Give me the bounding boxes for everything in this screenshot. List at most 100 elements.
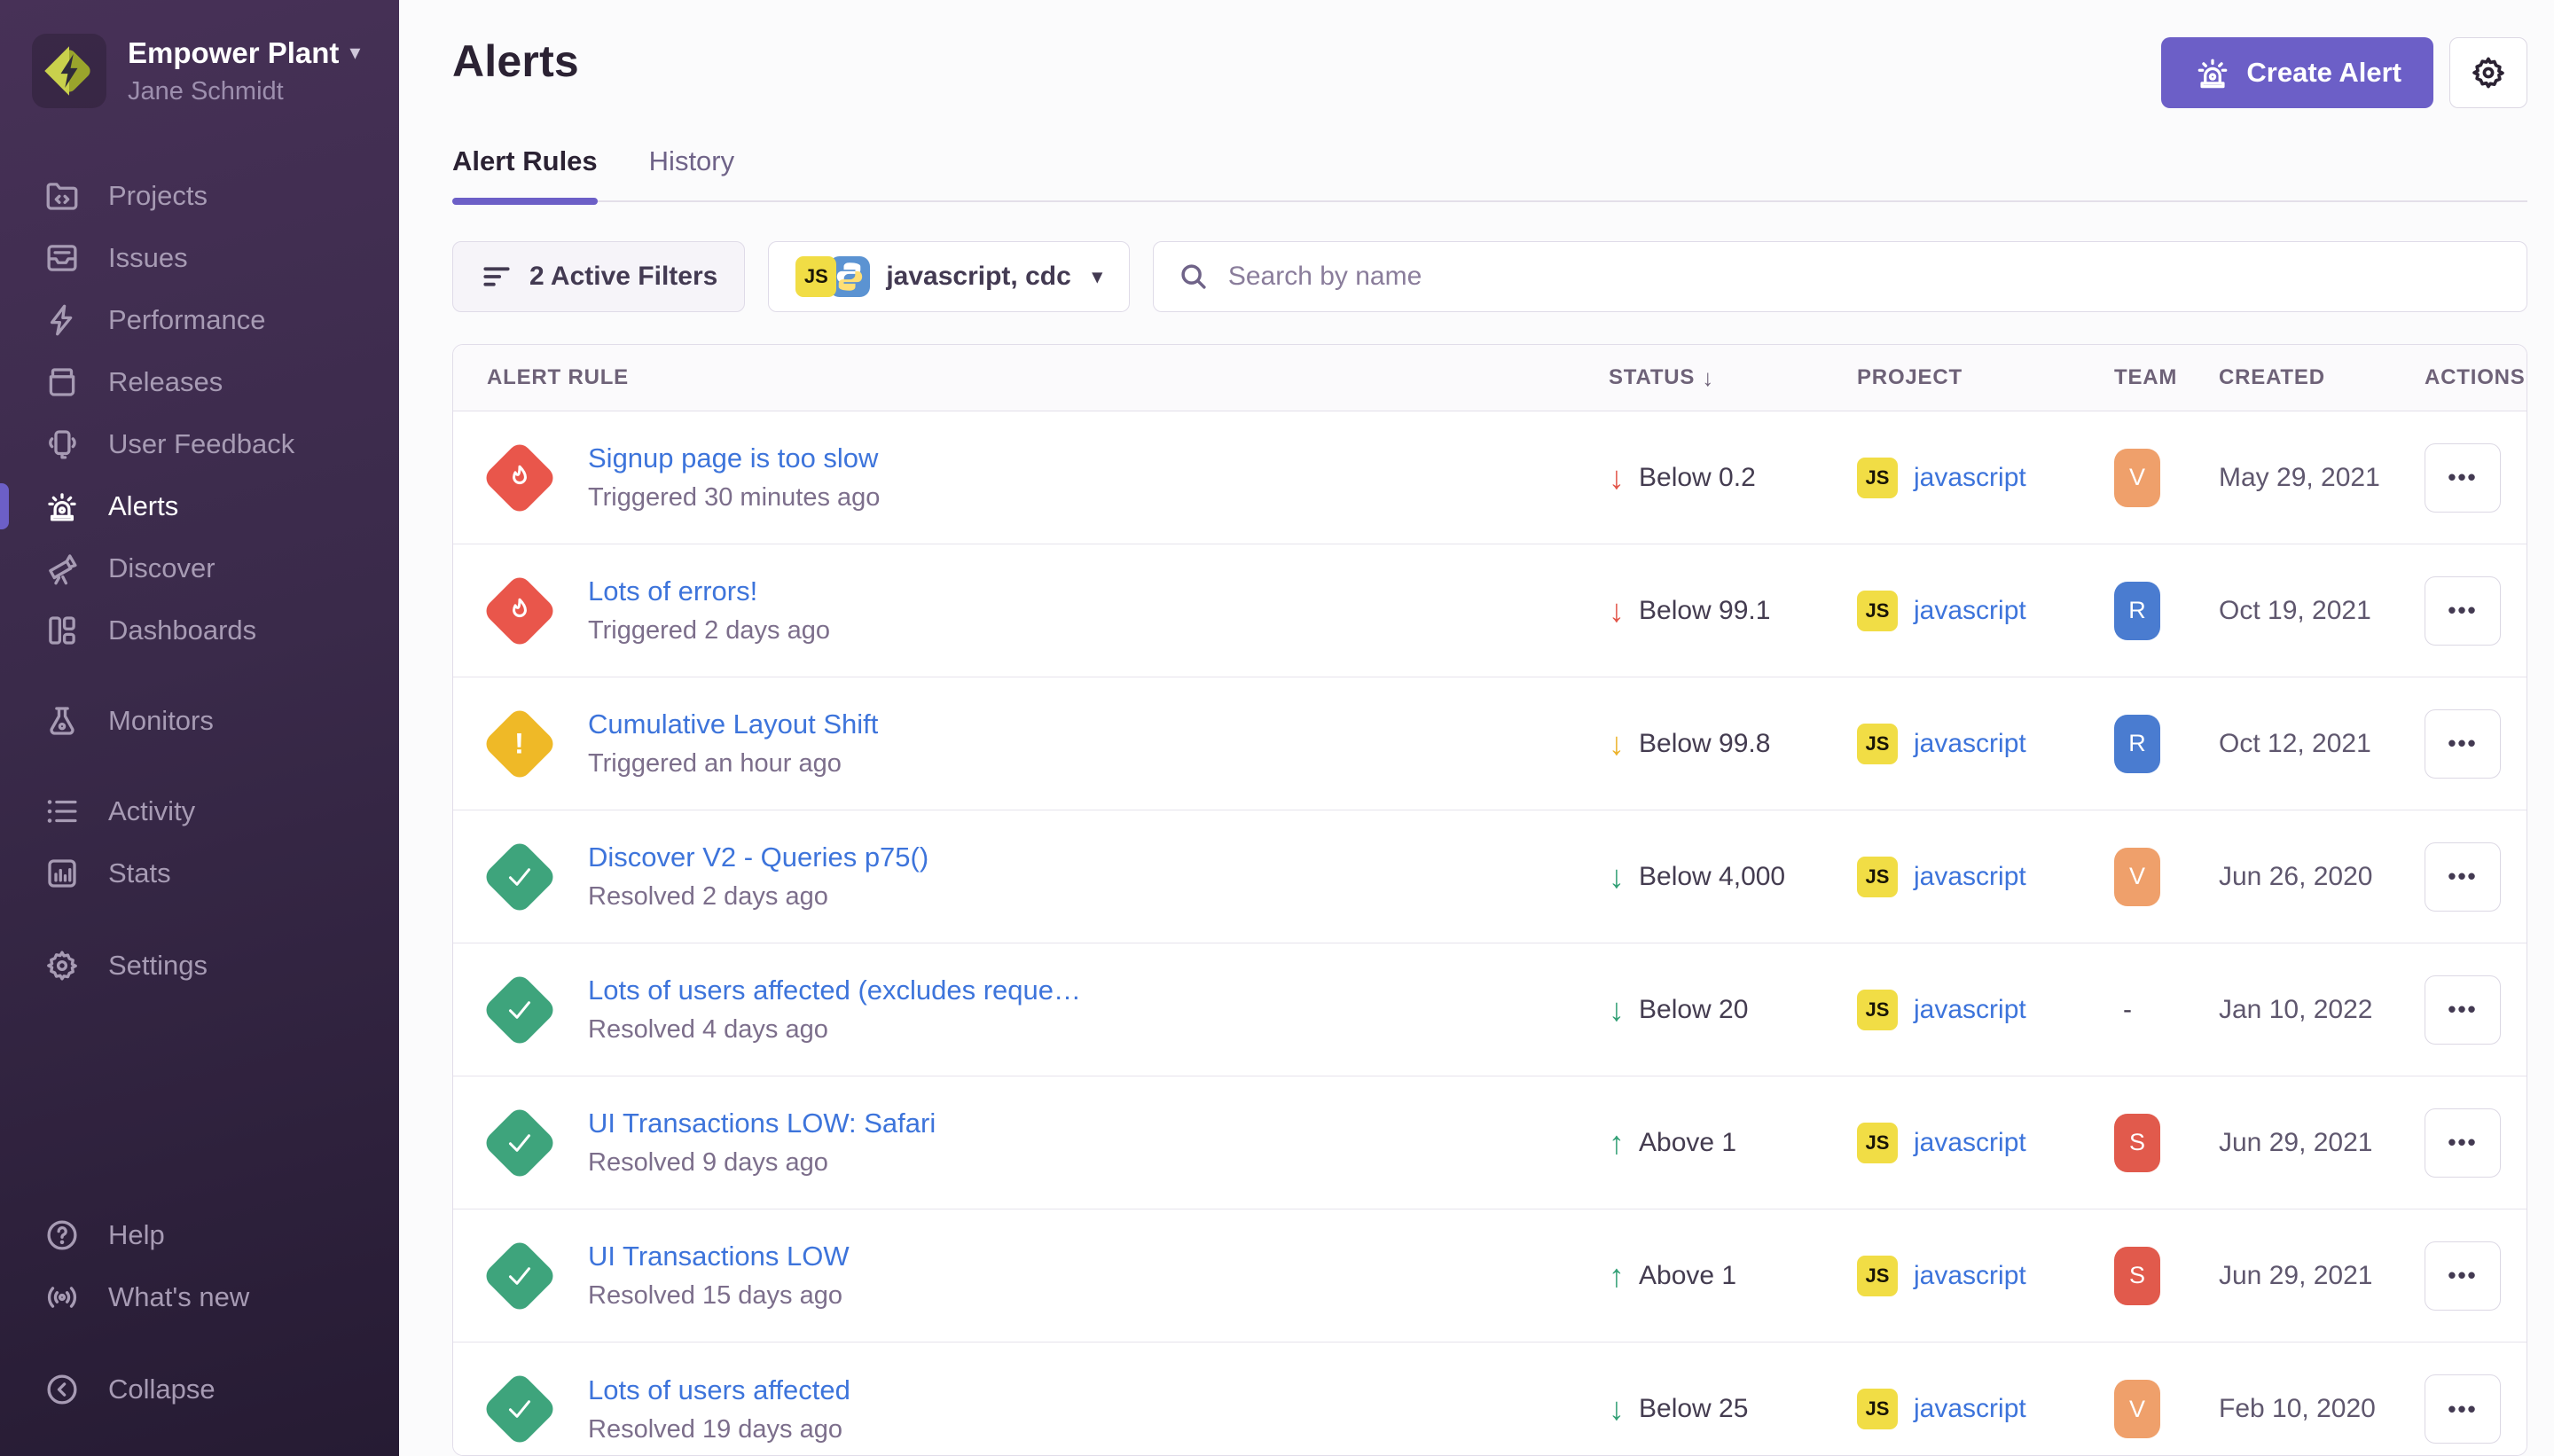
sidebar-item-label: Releases	[108, 366, 223, 398]
org-switcher[interactable]: Empower Plant ▾ Jane Schmidt	[0, 0, 399, 108]
created-date: Feb 10, 2020	[2219, 1394, 2425, 1424]
created-date: May 29, 2021	[2219, 463, 2425, 493]
siren-icon	[2193, 53, 2232, 92]
col-header-status[interactable]: Status ↓	[1609, 364, 1857, 392]
user-name: Jane Schmidt	[128, 75, 360, 107]
alert-rule-link[interactable]: Lots of errors!	[588, 575, 830, 607]
sidebar-item-discover[interactable]: Discover	[0, 537, 399, 599]
javascript-platform-icon: JS	[1857, 1256, 1898, 1296]
resolved-check-icon	[482, 972, 558, 1048]
created-date: Oct 12, 2021	[2219, 729, 2425, 759]
team-none: -	[2114, 995, 2132, 1024]
project-link[interactable]: javascript	[1914, 729, 2026, 759]
search-input[interactable]	[1228, 262, 2503, 292]
row-actions-button[interactable]: •••	[2425, 1241, 2501, 1311]
sidebar-item-activity[interactable]: Activity	[0, 780, 399, 842]
feedback-phone-icon	[43, 425, 82, 464]
create-alert-button[interactable]: Create Alert	[2161, 37, 2433, 108]
alert-rule-link[interactable]: Discover V2 - Queries p75()	[588, 842, 928, 873]
tab-bar: Alert Rules History	[452, 145, 2527, 202]
sidebar-item-label: Projects	[108, 180, 208, 212]
alert-rule-subtitle: Resolved 15 days ago	[588, 1281, 850, 1311]
team-badge: V	[2114, 848, 2160, 906]
search-icon	[1177, 260, 1210, 294]
team-badge: S	[2114, 1247, 2160, 1305]
javascript-platform-icon: JS	[1857, 591, 1898, 631]
table-row: UI Transactions LOW Resolved 15 days ago…	[453, 1209, 2527, 1342]
chevron-down-icon: ▾	[1093, 265, 1102, 288]
sidebar-item-dashboards[interactable]: Dashboards	[0, 599, 399, 661]
activity-list-icon	[43, 792, 82, 831]
empower-plant-logo-icon	[35, 37, 103, 105]
resolved-check-icon	[482, 1238, 558, 1314]
sidebar-item-stats[interactable]: Stats	[0, 842, 399, 904]
project-link[interactable]: javascript	[1914, 862, 2026, 892]
row-actions-button[interactable]: •••	[2425, 975, 2501, 1045]
sidebar-item-monitors[interactable]: Monitors	[0, 690, 399, 752]
alert-rule-link[interactable]: Lots of users affected (excludes reque…	[588, 975, 1081, 1006]
javascript-platform-icon: JS	[1857, 1123, 1898, 1163]
sidebar-item-label: Performance	[108, 304, 265, 336]
row-actions-button[interactable]: •••	[2425, 443, 2501, 513]
row-actions-button[interactable]: •••	[2425, 576, 2501, 646]
status-label: Below 0.2	[1639, 463, 1756, 493]
sidebar-item-projects[interactable]: Projects	[0, 165, 399, 227]
lightning-icon	[43, 301, 82, 340]
inbox-icon	[43, 239, 82, 278]
project-link[interactable]: javascript	[1914, 463, 2026, 493]
project-link[interactable]: javascript	[1914, 1261, 2026, 1291]
created-date: Jun 26, 2020	[2219, 862, 2425, 892]
search-field[interactable]	[1153, 241, 2527, 312]
table-header-row: Alert Rule Status ↓ Project Team Created…	[453, 345, 2527, 411]
arrow-down-icon: ↓	[1609, 994, 1625, 1026]
sidebar-item-alerts[interactable]: Alerts	[0, 475, 399, 537]
row-actions-button[interactable]: •••	[2425, 709, 2501, 779]
sidebar-item-settings[interactable]: Settings	[0, 935, 399, 997]
sidebar-item-releases[interactable]: Releases	[0, 351, 399, 413]
arrow-down-icon: ↓	[1609, 861, 1625, 893]
tab-alert-rules[interactable]: Alert Rules	[452, 145, 598, 200]
row-actions-button[interactable]: •••	[2425, 1108, 2501, 1178]
status-label: Below 99.1	[1639, 596, 1770, 626]
critical-fire-icon	[482, 573, 558, 649]
critical-fire-icon	[482, 440, 558, 516]
created-date: Jan 10, 2022	[2219, 995, 2425, 1025]
team-badge: V	[2114, 449, 2160, 507]
project-filter-value: javascript, cdc	[886, 262, 1070, 292]
sidebar-item-issues[interactable]: Issues	[0, 227, 399, 289]
active-filters-button[interactable]: 2 Active Filters	[452, 241, 745, 312]
sidebar-item-label: Issues	[108, 242, 188, 274]
sort-descending-icon: ↓	[1702, 364, 1714, 392]
alert-rule-link[interactable]: Cumulative Layout Shift	[588, 708, 878, 740]
col-header-actions: Actions	[2425, 365, 2527, 390]
alert-rule-subtitle: Triggered an hour ago	[588, 749, 878, 779]
status-label: Below 25	[1639, 1394, 1748, 1424]
created-date: Jun 29, 2021	[2219, 1128, 2425, 1158]
alert-rule-link[interactable]: Lots of users affected	[588, 1374, 850, 1406]
sidebar-item-label: User Feedback	[108, 428, 294, 460]
sidebar-item-help[interactable]: Help	[0, 1204, 399, 1266]
project-link[interactable]: javascript	[1914, 1128, 2026, 1158]
row-actions-button[interactable]: •••	[2425, 842, 2501, 912]
project-filter-dropdown[interactable]: JS javascript, cdc ▾	[768, 241, 1130, 312]
status-label: Above 1	[1639, 1128, 1736, 1158]
sidebar-nav: Projects Issues Performance Releases Use…	[0, 165, 399, 997]
resolved-check-icon	[482, 1371, 558, 1447]
alert-settings-button[interactable]	[2449, 37, 2527, 108]
org-logo	[32, 34, 106, 108]
project-link[interactable]: javascript	[1914, 1394, 2026, 1424]
sidebar-item-performance[interactable]: Performance	[0, 289, 399, 351]
project-link[interactable]: javascript	[1914, 596, 2026, 626]
table-row: Signup page is too slow Triggered 30 min…	[453, 411, 2527, 544]
alert-rule-link[interactable]: Signup page is too slow	[588, 442, 880, 474]
alert-rule-link[interactable]: UI Transactions LOW: Safari	[588, 1108, 936, 1139]
sidebar-item-user-feedback[interactable]: User Feedback	[0, 413, 399, 475]
sidebar-item-whats-new[interactable]: What's new	[0, 1266, 399, 1328]
alert-rule-link[interactable]: UI Transactions LOW	[588, 1241, 850, 1272]
sidebar-collapse-button[interactable]: Collapse	[0, 1358, 399, 1421]
team-badge: V	[2114, 1380, 2160, 1438]
project-link[interactable]: javascript	[1914, 995, 2026, 1025]
tab-history[interactable]: History	[649, 145, 734, 200]
javascript-platform-icon: JS	[1857, 857, 1898, 897]
row-actions-button[interactable]: •••	[2425, 1374, 2501, 1444]
